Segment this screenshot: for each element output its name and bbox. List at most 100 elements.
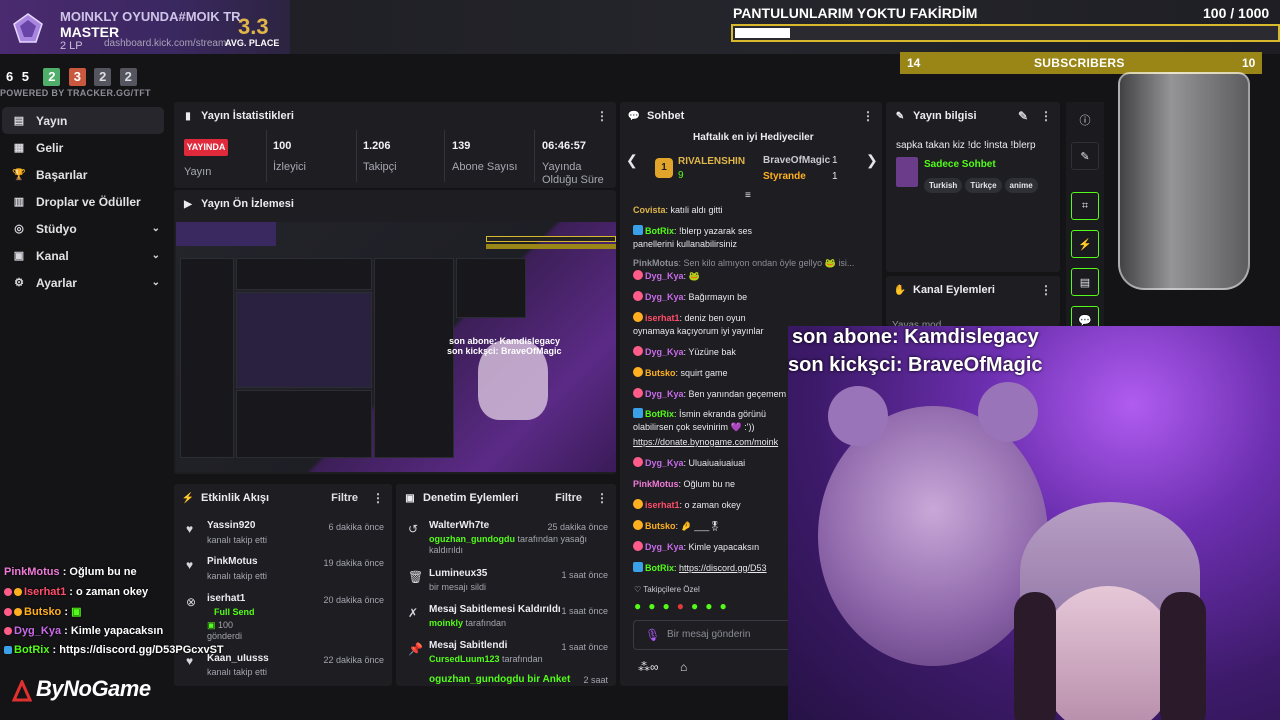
- trash-icon: 🗑: [408, 570, 424, 584]
- mini-preview: [236, 292, 372, 388]
- chevron-left-icon[interactable]: ❮: [626, 152, 638, 169]
- preview-overlay-sub: son abone: Kamdislegacy: [449, 336, 561, 346]
- sidebar-item-drops[interactable]: ▥ Droplar ve Ödüller: [0, 188, 172, 215]
- badge-icon: [633, 520, 643, 530]
- chat-message: iserhat1: o zaman okey: [633, 499, 789, 512]
- overlay-chat-text: :: [64, 606, 69, 618]
- clip-icon[interactable]: ⌗: [1071, 192, 1099, 220]
- chat-text: Sen kilo almıyon ondan öyle gellyo 🐸 isi…: [683, 258, 855, 268]
- chevron-right-icon[interactable]: ❯: [866, 152, 878, 169]
- chat-text[interactable]: https://discord.gg/D53: [679, 563, 767, 573]
- hand-icon: ✋: [893, 284, 907, 296]
- avg-place-label: AVG. PLACE: [225, 38, 280, 48]
- filter-button[interactable]: Filtre: [555, 492, 582, 504]
- chat-message: Butsko: 🤌 ___🎖: [633, 520, 789, 533]
- edit-icon[interactable]: ✎: [1018, 109, 1028, 123]
- emote-icon[interactable]: ●: [705, 599, 712, 613]
- mod-sub: moinkly tarafından: [429, 618, 506, 628]
- chat-message: Dyg_Kya: Ben yanından geçemem: [633, 388, 789, 401]
- lightning-icon[interactable]: ⚡: [1071, 230, 1099, 258]
- mod-time: 1 saat önce: [561, 642, 608, 652]
- panel-header: ⚡ Etkinlik Akışı Filtre ⋮: [174, 484, 392, 512]
- more-icon[interactable]: ⋮: [596, 109, 608, 123]
- sidebar-item-stream[interactable]: ▤ Yayın: [2, 107, 164, 134]
- users-icon[interactable]: ⁂∞: [638, 660, 659, 674]
- more-icon[interactable]: ⋮: [1040, 283, 1052, 297]
- chat-user: Dyg_Kya: [645, 347, 684, 357]
- sidebar-item-achievements[interactable]: 🏆 Başarılar: [0, 161, 172, 188]
- revenue-icon: ▦: [13, 142, 25, 154]
- badge-icon: [14, 608, 22, 616]
- chat-text: 🐸: [688, 271, 700, 281]
- chevron-down-icon: ⌄: [151, 250, 160, 261]
- microphone-icon[interactable]: 🎙: [645, 628, 660, 642]
- more-icon[interactable]: ⋮: [372, 491, 384, 505]
- mod-time: 1 saat önce: [561, 570, 608, 580]
- mini-sidebar: [180, 258, 234, 458]
- chat-link[interactable]: https://donate.bynogame.com/moink: [633, 436, 789, 449]
- moderation-item: oguzhan_gundogdu bir Anket 2 saat: [398, 672, 616, 684]
- chat-text: Oğlum bu ne: [683, 479, 736, 489]
- chat-user: iserhat1: [645, 500, 680, 510]
- pencil-icon[interactable]: ✎: [1071, 142, 1099, 170]
- emote-icon[interactable]: ●: [648, 599, 655, 613]
- undo-icon: ↺: [408, 522, 419, 536]
- mod-time: 2 saat: [583, 675, 608, 684]
- collapse-icon[interactable]: ≡: [745, 190, 751, 201]
- chat-user: iserhat1: [645, 313, 680, 323]
- mini-stats: [236, 258, 372, 290]
- more-icon[interactable]: ⋮: [596, 491, 608, 505]
- subscribers-right: 10: [1242, 56, 1256, 70]
- sidebar-item-revenue[interactable]: ▦ Gelir: [0, 134, 172, 161]
- top-gifter-badge: 1: [655, 158, 673, 178]
- live-label: Yayın: [184, 166, 212, 178]
- overlay-chat-text: : https://discord.gg/D53PGcxvST: [52, 644, 224, 656]
- emote-icon[interactable]: ●: [691, 599, 698, 613]
- panel-header: ▶ Yayın Ön İzlemesi: [174, 190, 616, 218]
- overlay-chat-user: Iserhat1: [24, 586, 67, 598]
- activity-item: ⊗ iserhat1 Full Send ▣ 100 gönderdi 20 d…: [176, 590, 392, 646]
- tag[interactable]: anime: [1004, 178, 1038, 193]
- badge-icon: [633, 270, 643, 280]
- mod-sub: oguzhan_gundogdu tarafından yasağı: [429, 534, 587, 544]
- emote-icon[interactable]: ●: [720, 599, 727, 613]
- mod-sub: CursedLuum123 tarafından: [429, 654, 543, 664]
- emote-icon[interactable]: ●: [663, 599, 670, 613]
- chat-message: Dyg_Kya: 🐸: [633, 270, 789, 283]
- live-badge: YAYINDA: [184, 139, 228, 156]
- gear-icon: ⚙: [14, 277, 24, 289]
- sidebar-item-settings[interactable]: ⚙ Ayarlar ⌄: [0, 269, 172, 296]
- filter-button[interactable]: Filtre: [331, 492, 358, 504]
- mini-rank: [176, 222, 276, 246]
- emote-icon[interactable]: ●: [634, 599, 641, 613]
- chat-message: Dyg_Kya: Bağırmayın be: [633, 291, 789, 304]
- mini-info: [456, 258, 526, 318]
- note-icon[interactable]: ▤: [1071, 268, 1099, 296]
- overlay-chat-user: Dyg_Kya: [14, 625, 62, 637]
- overlay-chat-text: : Kimle yapacaksın: [64, 625, 164, 637]
- preview-icon: ▶: [184, 198, 192, 210]
- emote-icon: ▣: [71, 606, 82, 618]
- streamer-hair: [1014, 592, 1056, 720]
- more-icon[interactable]: ⋮: [1040, 109, 1052, 123]
- tag[interactable]: Turkish: [924, 178, 963, 193]
- panel-title: Etkinlik Akışı: [201, 492, 270, 504]
- emote-icon[interactable]: ●: [677, 599, 684, 613]
- chat-user: Dyg_Kya: [645, 542, 684, 552]
- mod-title: Lumineux35: [429, 568, 488, 579]
- mod-user: oguzhan_gundogdu: [429, 534, 515, 544]
- category-name[interactable]: Sadece Sohbet: [924, 159, 996, 170]
- sidebar-item-studio[interactable]: ◎ Stüdyo ⌄: [0, 215, 172, 242]
- top-gifter-amount: 9: [678, 170, 684, 181]
- overlay-chat-user: Butsko: [24, 606, 62, 618]
- stats-icon: ▮: [185, 110, 191, 122]
- chat-message: Covista: katıli aldı gitti: [633, 205, 723, 215]
- mod-title: Mesaj Sabitlemesi Kaldırıldı: [429, 604, 561, 615]
- sidebar-item-channel[interactable]: ▣ Kanal ⌄: [0, 242, 172, 269]
- badge-icon: [4, 588, 12, 596]
- tag[interactable]: Türkçe: [965, 178, 1002, 193]
- info-circle-icon[interactable]: ⓘ: [1071, 106, 1099, 134]
- panel-title: Yayın İstatistikleri: [201, 110, 294, 122]
- more-icon[interactable]: ⋮: [862, 109, 874, 123]
- store-icon[interactable]: ⌂: [680, 660, 687, 674]
